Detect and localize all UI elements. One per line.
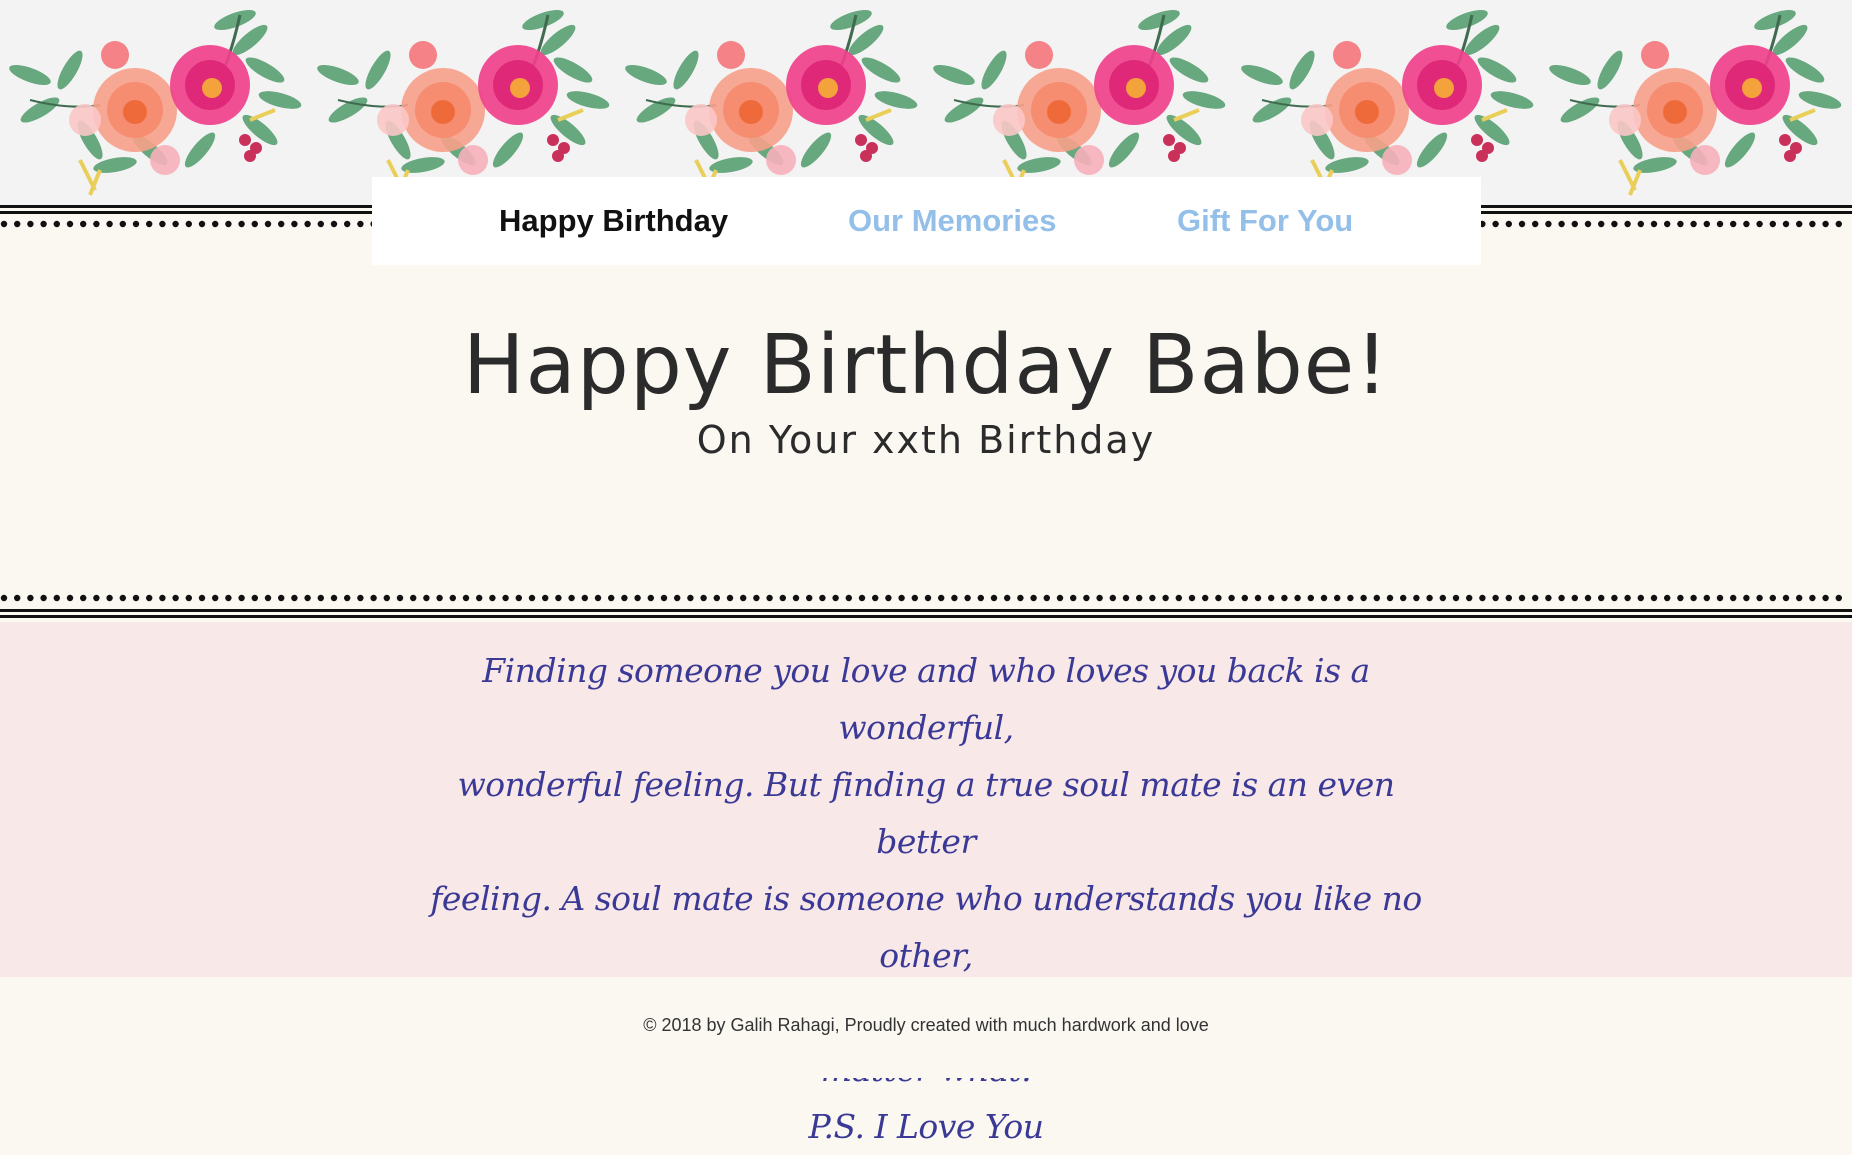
- message-line: feeling. A soul mate is someone who unde…: [430, 879, 1422, 975]
- footer-copyright: © 2018 by Galih Rahagi, Proudly created …: [643, 1015, 1209, 1035]
- birthday-page: Happy Birthday Our Memories Gift For You…: [0, 0, 1852, 1146]
- floral-pattern: [9, 10, 1842, 196]
- floral-bouquet-icon: [9, 10, 302, 196]
- main-nav: Happy Birthday Our Memories Gift For You: [372, 177, 1481, 265]
- nav-happy-birthday[interactable]: Happy Birthday: [499, 203, 728, 239]
- footer: © 2018 by Galih Rahagi, Proudly created …: [0, 977, 1852, 1078]
- message-line: wonderful feeling. But finding a true so…: [457, 765, 1395, 861]
- bottom-dotted-border: [0, 590, 1852, 622]
- floral-header-band: [0, 0, 1852, 205]
- nav-gift-for-you[interactable]: Gift For You: [1177, 203, 1353, 239]
- hero-subtitle: On Your xxth Birthday: [696, 418, 1156, 462]
- nav-our-memories[interactable]: Our Memories: [848, 203, 1056, 239]
- floral-bouquet-icon: [625, 10, 918, 196]
- message-line: Finding someone you love and who loves y…: [482, 651, 1370, 747]
- message-signoff: P.S. I Love You: [808, 1107, 1044, 1146]
- floral-bouquet-icon: [1241, 10, 1534, 196]
- floral-bouquet-icon: [933, 10, 1226, 196]
- hero-title: Happy Birthday Babe!: [462, 318, 1390, 413]
- love-message: Finding someone you love and who loves y…: [426, 642, 1426, 1155]
- floral-bouquet-icon: [317, 10, 610, 196]
- message-section: Finding someone you love and who loves y…: [0, 622, 1852, 1146]
- floral-bouquet-icon: [1549, 10, 1842, 196]
